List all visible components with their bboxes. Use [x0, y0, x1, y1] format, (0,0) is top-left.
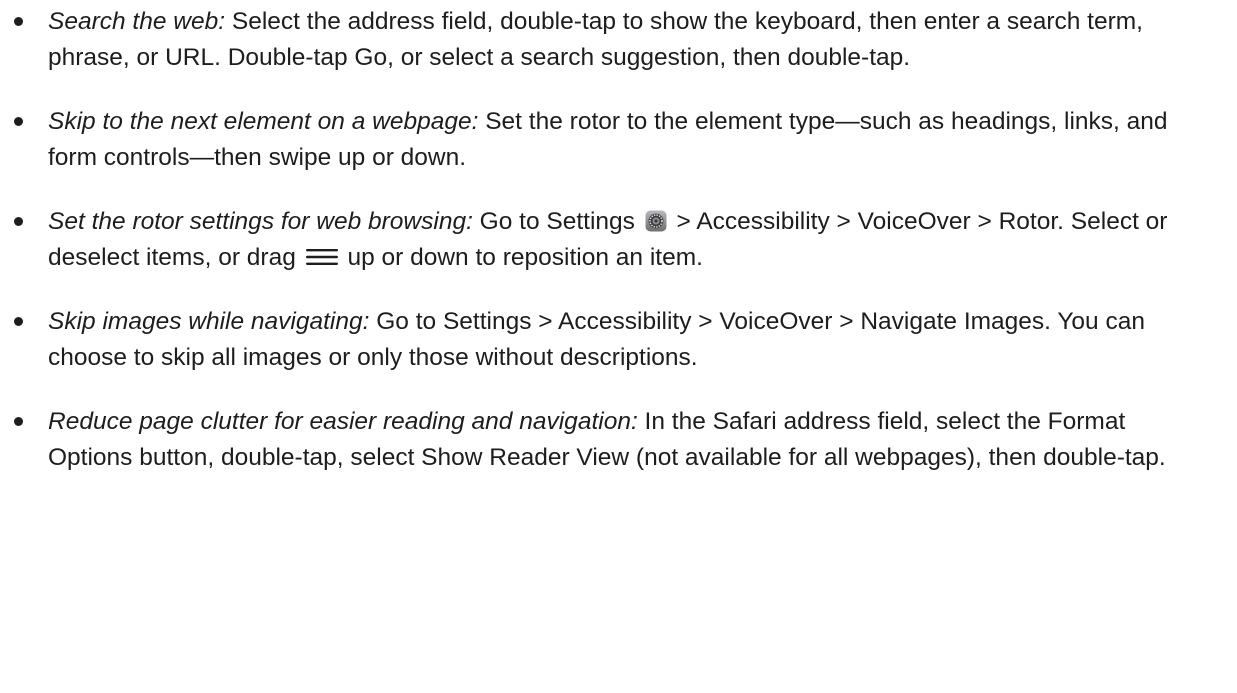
bullet-icon — [14, 417, 23, 426]
tip-text: up or down to reposition an item. — [340, 244, 703, 271]
tip-text: Go to Settings — [472, 208, 642, 235]
list-item: Skip images while navigating: Go to Sett… — [14, 304, 1208, 376]
list-item: Skip to the next element on a webpage: S… — [14, 104, 1208, 176]
bullet-icon — [14, 17, 23, 26]
bullet-icon — [14, 317, 23, 326]
list-item: Reduce page clutter for easier reading a… — [14, 404, 1208, 476]
settings-gear-icon — [645, 210, 667, 232]
tip-topic: Reduce page clutter for easier reading a… — [48, 408, 638, 435]
list-item: Search the web: Select the address field… — [14, 0, 1208, 76]
voiceover-safari-tips-list: Search the web: Select the address field… — [0, 0, 1208, 476]
tip-topic: Search the web: — [48, 8, 226, 35]
tip-topic: Set the rotor settings for web browsing: — [48, 208, 473, 235]
bullet-icon — [14, 117, 23, 126]
reorder-handle-icon — [305, 249, 338, 265]
tip-topic: Skip images while navigating: — [48, 308, 370, 335]
tip-topic: Skip to the next element on a webpage: — [48, 108, 479, 135]
bullet-icon — [14, 217, 23, 226]
list-item: Set the rotor settings for web browsing:… — [14, 204, 1208, 276]
